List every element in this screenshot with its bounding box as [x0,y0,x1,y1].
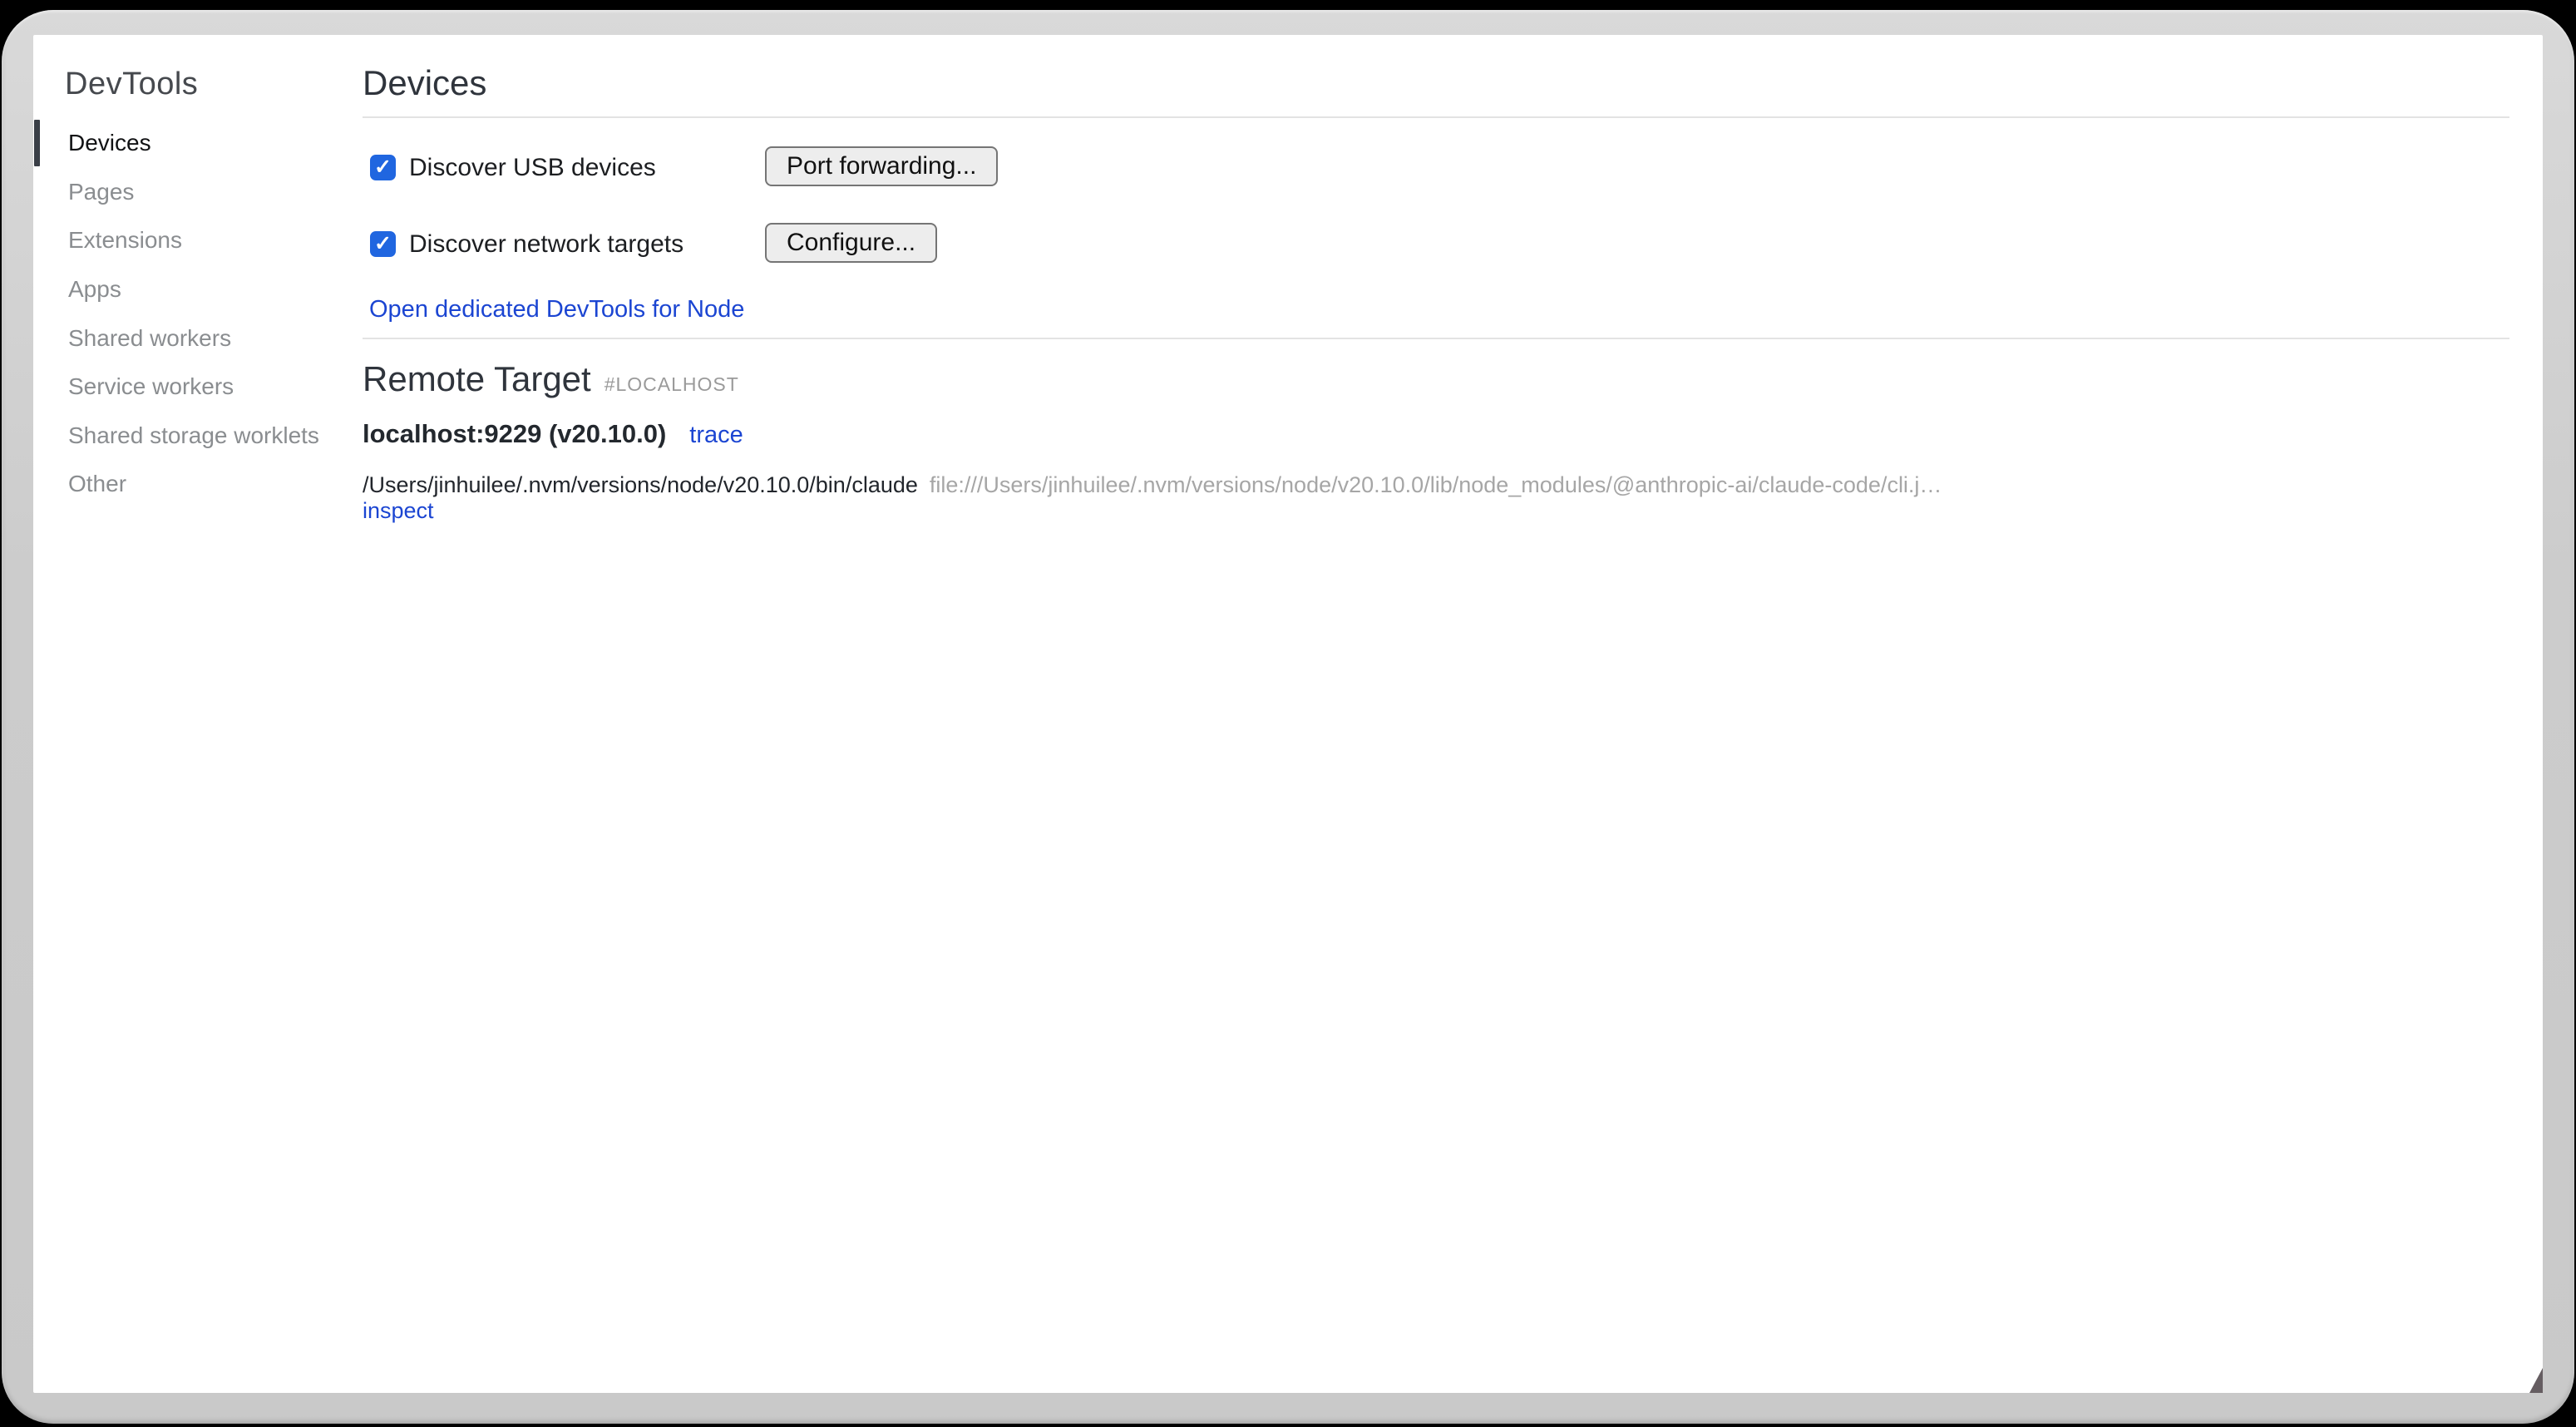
sidebar-item-label: Apps [68,276,121,303]
page-title: Devices [363,63,486,103]
inspect-link[interactable]: inspect [363,498,434,524]
port-forwarding-button[interactable]: Port forwarding... [765,146,998,186]
devtools-title: DevTools [65,67,198,102]
remote-target-title: Remote Target [363,359,591,398]
process-path: /Users/jinhuilee/.nvm/versions/node/v20.… [363,472,918,497]
section-divider [363,338,2509,339]
check-icon: ✓ [374,234,392,254]
sidebar-item-pages[interactable]: Pages [33,168,366,217]
discover-network-label[interactable]: Discover network targets [409,231,683,258]
remote-target-row: localhost:9229 (v20.10.0) trace [363,419,743,449]
discover-usb-checkbox[interactable]: ✓ [370,155,396,180]
check-icon: ✓ [374,157,392,178]
section-divider [363,116,2509,118]
selected-indicator-bar [34,120,40,166]
sidebar-item-shared-storage-worklets[interactable]: Shared storage worklets [33,412,366,461]
screenshot-root: { "window": { "bezel_color": "#cbcbcb", … [0,0,2576,1427]
configure-button[interactable]: Configure... [765,223,937,263]
sidebar-item-devices[interactable]: Devices [33,119,366,168]
sidebar-item-extensions[interactable]: Extensions [33,216,366,265]
sidebar-item-label: Extensions [68,227,182,254]
localhost-tag: #LOCALHOST [605,373,739,395]
cursor-artifact [2529,1368,2543,1393]
sidebar-item-label: Shared workers [68,325,231,352]
sidebar-item-other[interactable]: Other [33,460,366,509]
sidebar-item-apps[interactable]: Apps [33,265,366,314]
sidebar-item-service-workers[interactable]: Service workers [33,363,366,412]
open-node-devtools-link[interactable]: Open dedicated DevTools for Node [369,296,744,323]
sidebar-item-label: Shared storage worklets [68,422,319,449]
sidebar-nav: Devices Pages Extensions Apps Shared wor… [33,119,366,509]
target-detail-row: /Users/jinhuilee/.nvm/versions/node/v20.… [363,472,1942,498]
inspect-page: DevTools Devices Pages Extensions Apps S… [33,35,2543,1393]
sidebar-item-label: Pages [68,179,134,205]
discover-network-checkbox[interactable]: ✓ [370,231,396,257]
sidebar-item-label: Service workers [68,373,234,400]
target-name: localhost:9229 (v20.10.0) [363,419,666,448]
discover-usb-label[interactable]: Discover USB devices [409,155,656,181]
sidebar-item-label: Devices [68,130,151,156]
remote-target-heading: Remote Target #LOCALHOST [363,359,739,399]
sidebar-item-shared-workers[interactable]: Shared workers [33,314,366,363]
trace-link[interactable]: trace [689,422,743,448]
sidebar-item-label: Other [68,471,126,497]
module-url: file:///Users/jinhuilee/.nvm/versions/no… [930,472,1942,497]
